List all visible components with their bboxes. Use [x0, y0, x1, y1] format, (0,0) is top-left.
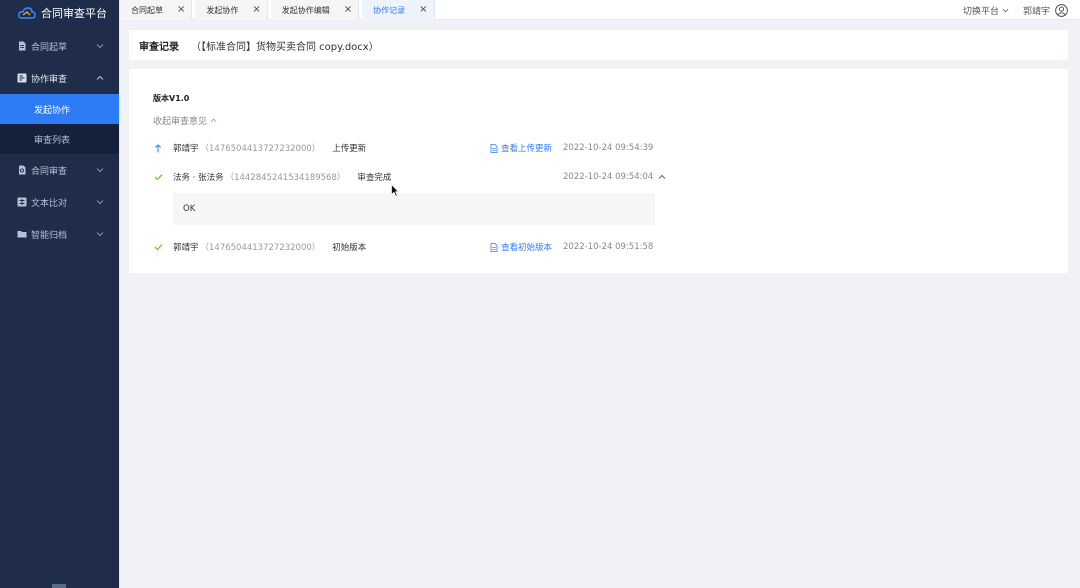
tab-contract-draft[interactable]: 合同起草 ×	[120, 0, 193, 20]
version-label: 版本V1.0	[153, 94, 190, 103]
switch-platform-label: 切换平台	[962, 6, 999, 17]
record-entry: 法务 · 张法务 （1442845241534189568） 审查完成 2022…	[153, 170, 1044, 184]
main-area: 合同起草 × 发起协作 × 发起协作编辑 × 协作记录 × 切换平台 郭靖宇 审…	[119, 0, 1080, 588]
document-icon	[19, 41, 26, 51]
review-record-card: 版本V1.0 收起审查意见 郭靖宇 （1476504413727232000） …	[129, 69, 1068, 273]
arrow-up-icon	[153, 143, 163, 153]
sidebar-collapse-handle[interactable]	[52, 584, 66, 588]
record-time-wrap: 2022-10-24 09:54:04	[563, 170, 666, 184]
view-initial-version-link[interactable]: 查看初始版本	[490, 240, 552, 254]
record-user-name: 法务 · 张法务	[173, 173, 224, 183]
sidebar-item-label: 合同审查	[31, 166, 68, 177]
record-time: 2022-10-24 09:54:04	[563, 172, 654, 182]
sidebar-item-label: 合同起草	[31, 42, 68, 53]
record-entry: 郭靖宇 （1476504413727232000） 上传更新 查看上传更新 20…	[153, 141, 1044, 155]
record-time: 2022-10-24 09:54:39	[563, 143, 654, 153]
sidebar-submenu-collab: 发起协作 审查列表	[0, 94, 119, 154]
review-icon	[19, 165, 26, 175]
app-logo[interactable]: 合同审查平台	[0, 0, 119, 26]
record-action: 审查完成	[357, 173, 392, 183]
user-avatar-icon[interactable]	[1055, 3, 1068, 17]
collapse-comments-toggle[interactable]: 收起审查意见	[153, 114, 1044, 127]
file-icon	[490, 242, 498, 252]
collab-icon	[17, 73, 27, 83]
tab-start-collab-edit[interactable]: 发起协作编辑 ×	[270, 0, 360, 20]
folder-icon	[17, 231, 27, 238]
sidebar-item-collab-review[interactable]: 协作审查	[0, 62, 119, 94]
sidebar-item-label: 协作审查	[31, 74, 68, 85]
chevron-down-icon	[96, 200, 104, 205]
close-icon[interactable]: ×	[344, 5, 352, 15]
sidebar: 合同审查平台 合同起草 协作审查 发起协作 审查列表 合同审查 文本比对 智能归…	[0, 0, 119, 588]
chevron-down-icon	[1002, 8, 1009, 12]
tab-label: 协作记录	[373, 5, 406, 15]
close-icon[interactable]: ×	[419, 5, 427, 15]
record-user-id: （1476504413727232000）	[200, 144, 321, 154]
tab-label: 发起协作	[206, 5, 239, 15]
tab-label: 发起协作编辑	[281, 5, 330, 15]
tab-collab-record[interactable]: 协作记录 ×	[362, 0, 435, 20]
sidebar-subitem-label: 审查列表	[34, 135, 71, 146]
view-upload-update-link[interactable]: 查看上传更新	[490, 141, 552, 155]
sidebar-subitem-label: 发起协作	[34, 105, 71, 116]
record-action: 上传更新	[332, 144, 367, 154]
chevron-up-icon	[210, 118, 217, 123]
tab-bar: 合同起草 × 发起协作 × 发起协作编辑 × 协作记录 × 切换平台 郭靖宇	[120, 0, 1080, 20]
sidebar-item-contract-draft[interactable]: 合同起草	[0, 30, 119, 62]
record-user-name: 郭靖宇	[173, 144, 199, 154]
record-time: 2022-10-24 09:51:58	[563, 242, 654, 252]
view-upload-update-label: 查看上传更新	[501, 144, 553, 154]
compare-icon	[17, 197, 27, 207]
chevron-down-icon	[96, 44, 104, 49]
record-user-name: 郭靖宇	[173, 243, 199, 253]
mouse-pointer-icon	[391, 184, 399, 197]
close-icon[interactable]: ×	[252, 5, 260, 15]
app-root: 合同审查平台 合同起草 协作审查 发起协作 审查列表 合同审查 文本比对 智能归…	[0, 0, 1080, 588]
page-content: 审查记录 （【标准合同】货物买卖合同 copy.docx） 版本V1.0 收起审…	[120, 20, 1080, 588]
document-name: （【标准合同】货物买卖合同 copy.docx）	[191, 41, 379, 53]
record-action: 初始版本	[332, 243, 367, 253]
chevron-down-icon	[96, 168, 104, 173]
page-title: 审查记录	[139, 41, 179, 53]
collapse-comments-label: 收起审查意见	[153, 117, 208, 127]
sidebar-item-contract-review[interactable]: 合同审查	[0, 154, 119, 186]
cloud-logo-icon	[18, 7, 36, 19]
view-initial-version-label: 查看初始版本	[501, 243, 553, 253]
review-comment-box: OK	[173, 193, 655, 225]
chevron-up-icon	[96, 75, 104, 80]
check-icon	[153, 242, 163, 252]
sidebar-item-smart-archive[interactable]: 智能归档	[0, 218, 119, 250]
page-header: 审查记录 （【标准合同】货物买卖合同 copy.docx）	[129, 30, 1068, 60]
sidebar-subitem-review-list[interactable]: 审查列表	[0, 124, 119, 154]
tab-label: 合同起草	[131, 5, 163, 15]
user-name[interactable]: 郭靖宇	[1023, 4, 1050, 17]
record-user-id: （1476504413727232000）	[200, 243, 321, 253]
switch-platform-dropdown[interactable]: 切换平台	[963, 4, 1009, 17]
app-title: 合同审查平台	[41, 7, 107, 20]
record-user-id: （1442845241534189568）	[225, 173, 346, 183]
sidebar-item-text-compare[interactable]: 文本比对	[0, 186, 119, 218]
review-comment-text: OK	[183, 204, 196, 214]
sidebar-subitem-start-collab[interactable]: 发起协作	[0, 94, 119, 124]
sidebar-item-label: 智能归档	[31, 230, 68, 241]
check-icon	[153, 172, 163, 182]
tab-start-collab[interactable]: 发起协作 ×	[195, 0, 268, 20]
chevron-up-icon[interactable]	[658, 173, 666, 181]
close-icon[interactable]: ×	[177, 5, 185, 15]
sidebar-item-label: 文本比对	[31, 198, 68, 209]
topbar-right: 切换平台 郭靖宇	[963, 0, 1068, 20]
chevron-down-icon	[96, 232, 104, 237]
record-entry: 郭靖宇 （1476504413727232000） 初始版本 查看初始版本 20…	[153, 240, 1044, 254]
file-icon	[490, 143, 498, 153]
